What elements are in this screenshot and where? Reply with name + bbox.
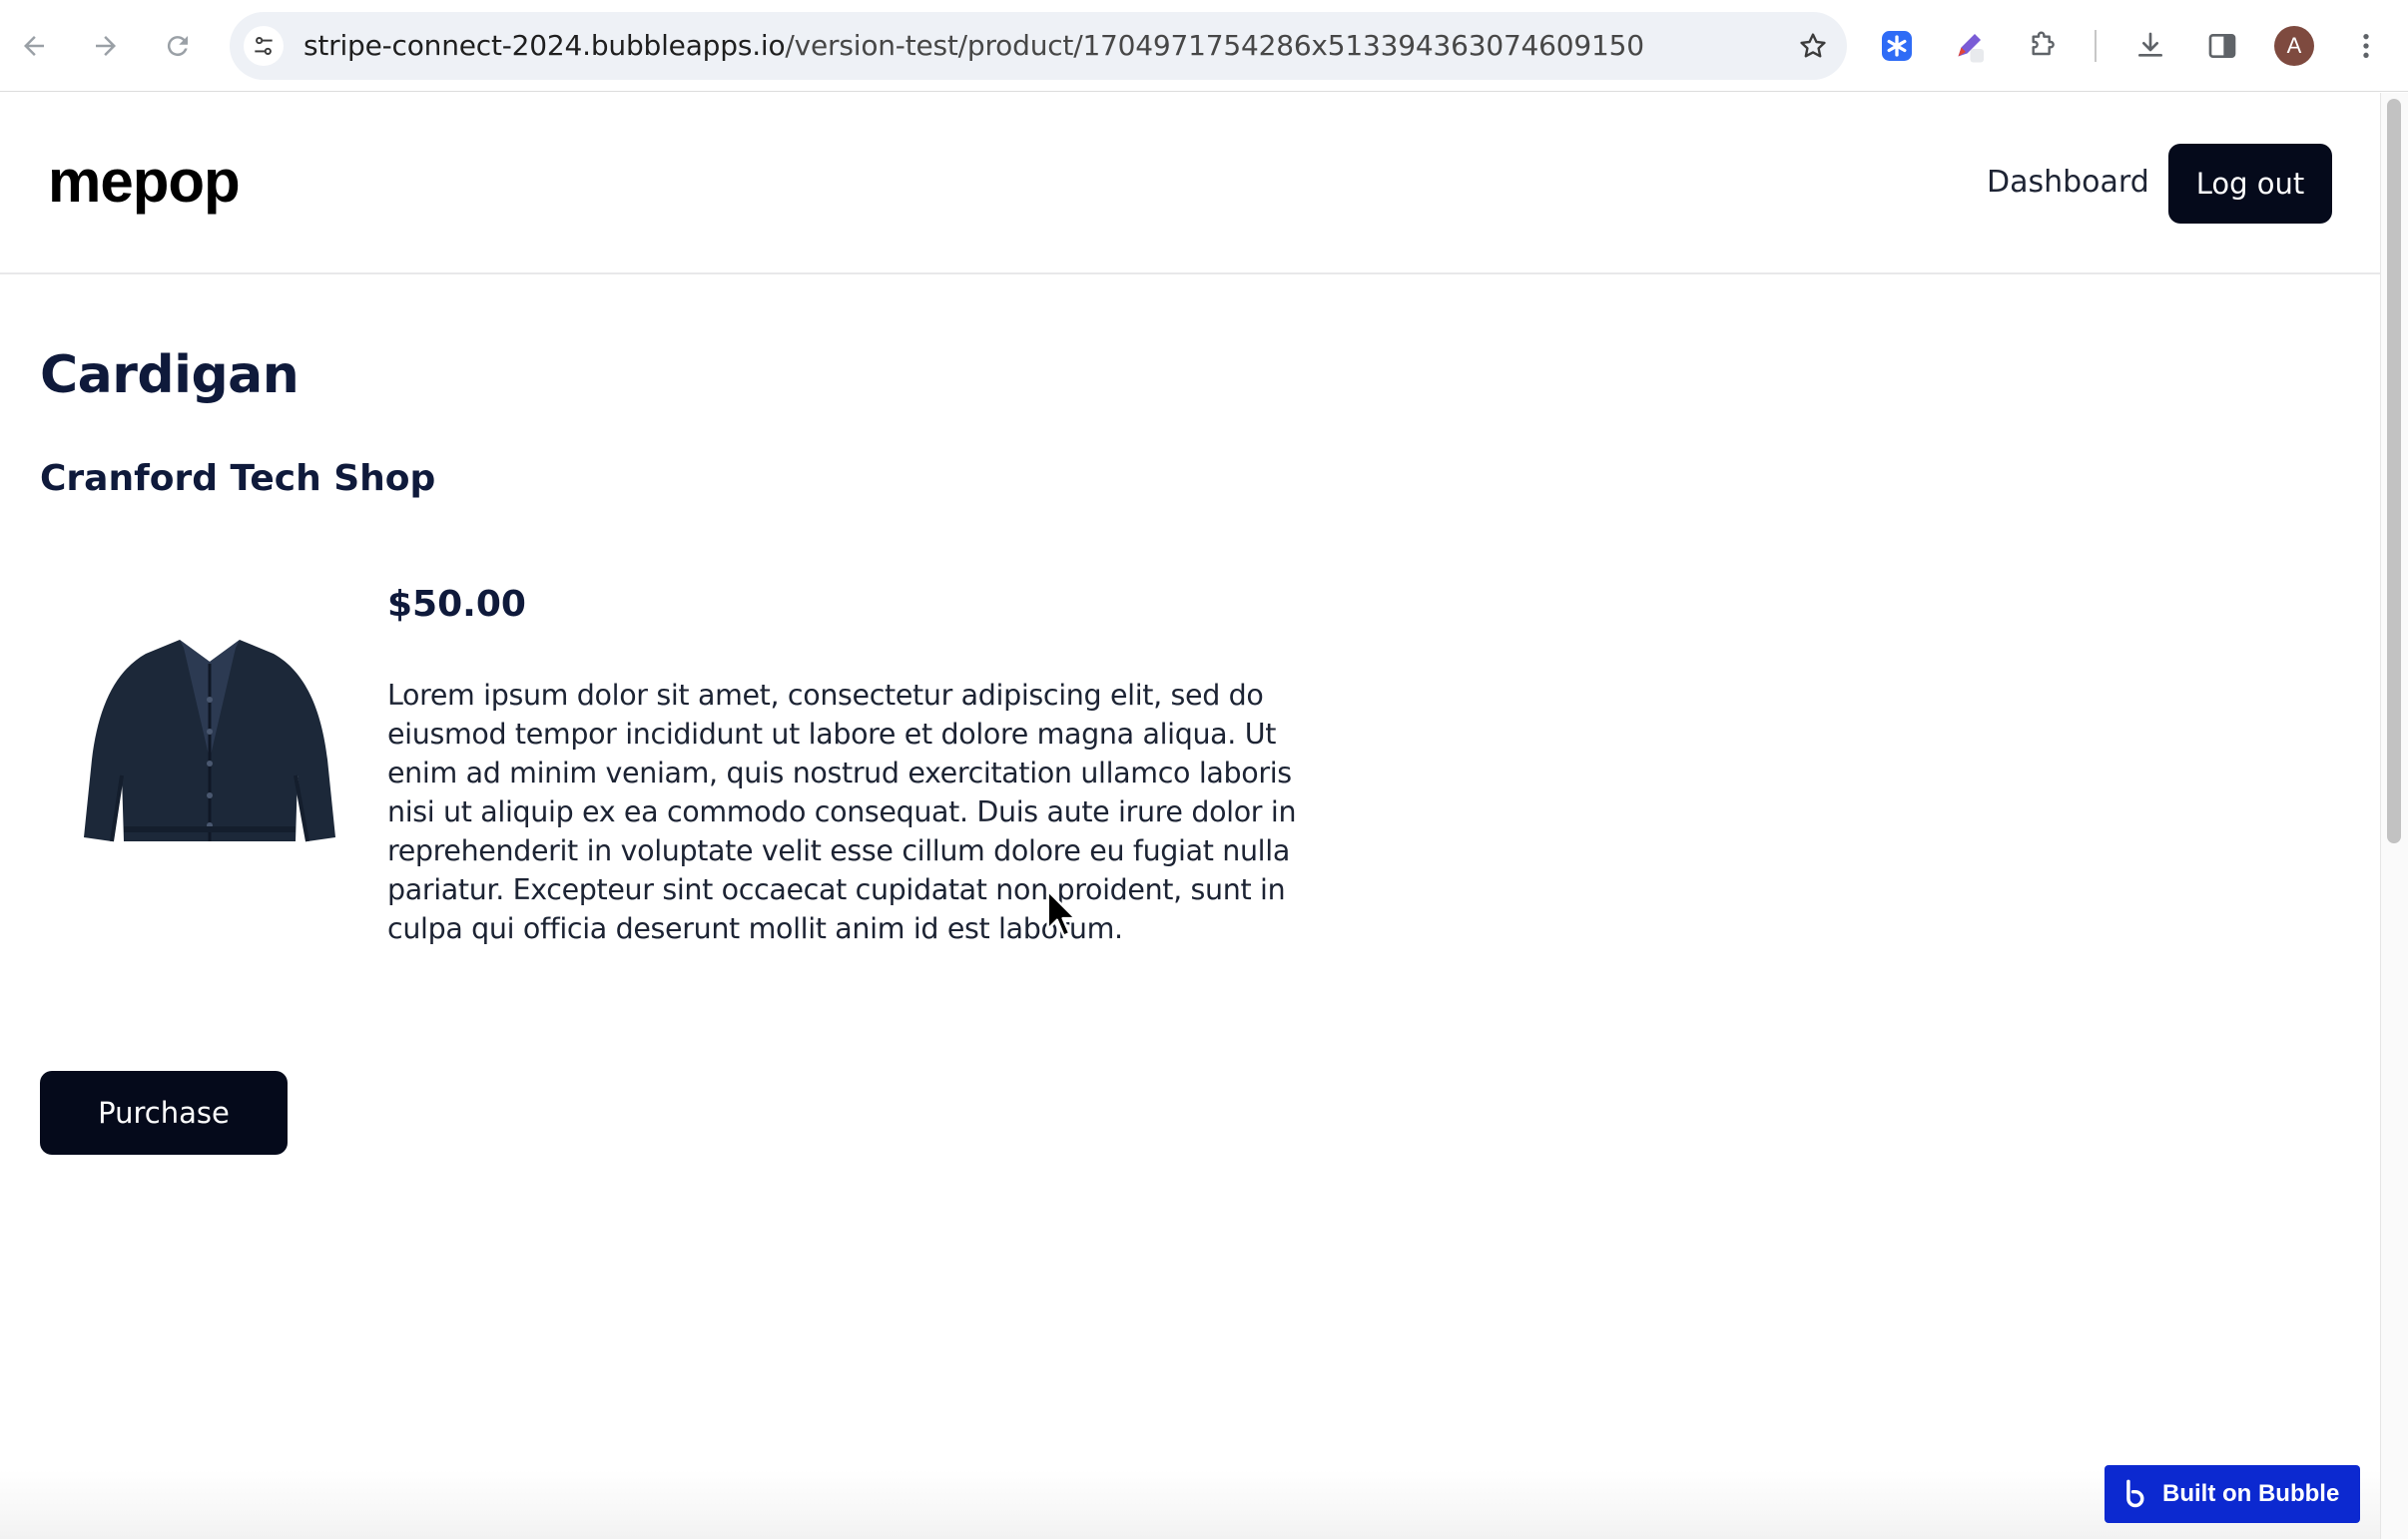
product-description: Lorem ipsum dolor sit amet, consectetur … [387, 679, 1297, 945]
page-viewport: mepop Dashboard Log out Cardigan Cranfor… [0, 93, 2380, 1539]
browser-toolbar: stripe-connect-2024.bubbleapps.io/versio… [0, 0, 2408, 92]
product-image [60, 580, 359, 869]
back-button[interactable] [14, 26, 54, 66]
cardigan-image-icon [84, 640, 335, 842]
extension-pen-icon[interactable] [1949, 26, 1989, 66]
reload-button[interactable] [158, 26, 198, 66]
dashboard-link[interactable]: Dashboard [1987, 161, 2149, 205]
forward-button[interactable] [86, 26, 126, 66]
built-on-bubble-badge[interactable]: Built on Bubble [2105, 1465, 2360, 1523]
scrollbar-thumb[interactable] [2387, 99, 2401, 843]
bookmark-star-icon[interactable] [1793, 26, 1833, 66]
url-text[interactable]: stripe-connect-2024.bubbleapps.io/versio… [303, 12, 1644, 80]
shop-name: Cranford Tech Shop [40, 458, 436, 499]
site-header: mepop Dashboard Log out [0, 93, 2380, 274]
purchase-button[interactable]: Purchase [40, 1071, 288, 1155]
product-price: $50.00 [387, 584, 526, 625]
site-settings-icon[interactable] [244, 26, 284, 66]
product-title: Cardigan [40, 345, 300, 405]
reload-icon [167, 36, 188, 57]
mouse-cursor-icon [1046, 889, 1077, 937]
arrow-left-icon [24, 36, 44, 56]
page-scrollbar[interactable] [2380, 93, 2408, 1539]
url-host: stripe-connect-2024.bubbleapps.io [303, 29, 786, 62]
badge-label: Built on Bubble [2162, 1480, 2340, 1507]
extension-asterisk-icon[interactable] [1877, 26, 1917, 66]
side-panel-icon[interactable] [2202, 26, 2242, 66]
arrow-right-icon [96, 36, 116, 56]
toolbar-divider [2095, 30, 2097, 62]
bubble-logo-icon [2126, 1479, 2144, 1508]
bottom-shadow [0, 1470, 2380, 1539]
address-bar[interactable]: stripe-connect-2024.bubbleapps.io/versio… [230, 12, 1847, 80]
site-logo[interactable]: mepop [48, 145, 241, 219]
extensions-puzzle-icon[interactable] [2023, 26, 2063, 66]
menu-kebab-icon[interactable] [2346, 26, 2386, 66]
download-icon[interactable] [2130, 26, 2170, 66]
logout-button[interactable]: Log out [2168, 144, 2332, 224]
url-path: /version-test/product/1704971754286x5133… [785, 29, 1644, 62]
profile-avatar[interactable]: A [2274, 26, 2314, 66]
